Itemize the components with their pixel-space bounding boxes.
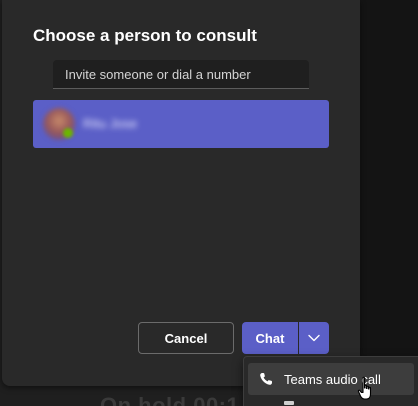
cancel-button[interactable]: Cancel <box>138 322 234 354</box>
menu-item-partial[interactable] <box>284 401 294 405</box>
dialog-title: Choose a person to consult <box>33 26 257 45</box>
background-panel <box>360 0 418 406</box>
call-options-menu: Teams audio call <box>243 356 418 406</box>
chevron-down-icon <box>308 334 320 342</box>
search-input[interactable] <box>53 60 309 88</box>
teams-consult-screen: On hold 00:1 Choose a person to consult … <box>0 0 418 406</box>
person-name: Ritu Jose <box>83 116 138 131</box>
menu-item-teams-audio-call[interactable]: Teams audio call <box>248 363 414 395</box>
chat-button[interactable]: Chat <box>242 322 298 354</box>
person-result-item[interactable]: Ritu Jose <box>33 100 329 148</box>
search-field-container <box>53 60 309 89</box>
presence-available-icon <box>63 128 73 138</box>
call-status-text: On hold 00:1 <box>100 393 240 406</box>
chat-options-button[interactable] <box>299 322 329 354</box>
menu-item-label: Teams audio call <box>284 371 381 387</box>
phone-icon <box>258 371 274 387</box>
